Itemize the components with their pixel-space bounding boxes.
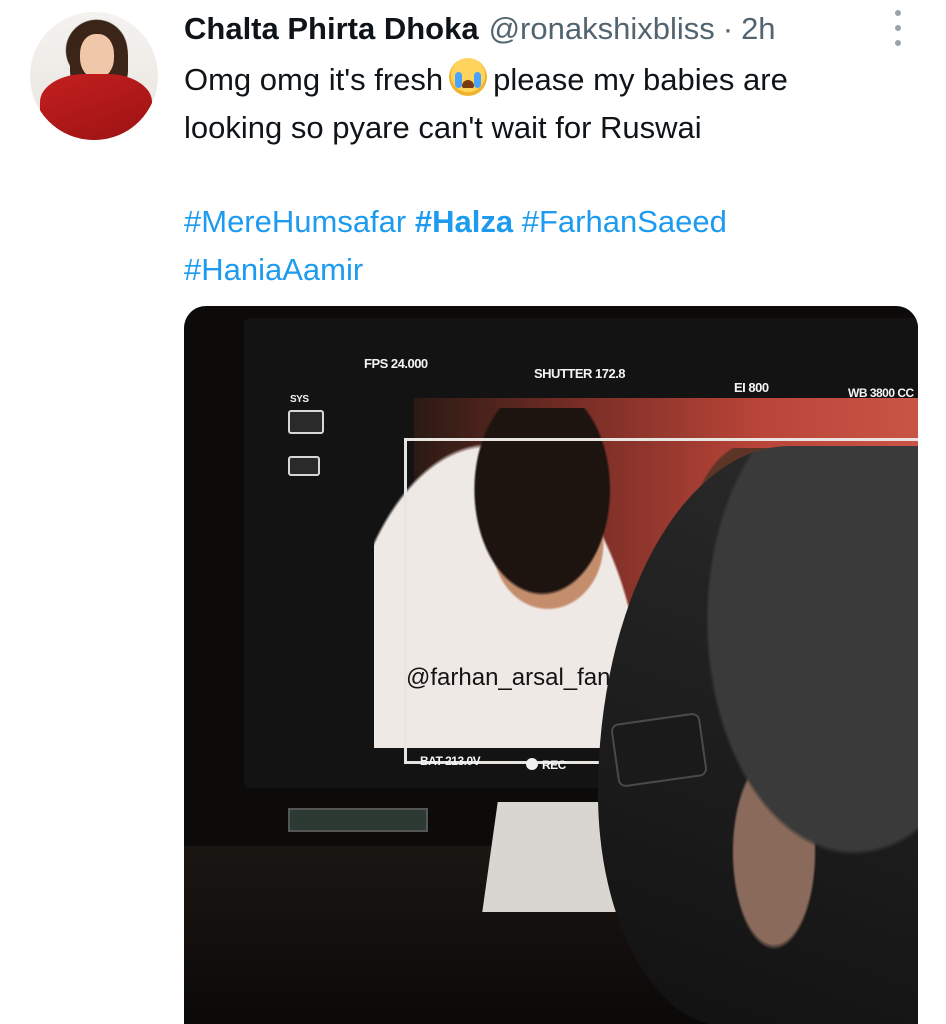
phone-in-hand	[609, 712, 709, 788]
tweet-header: Chalta Phirta Dhoka @ronakshixbliss · 2h	[184, 6, 886, 52]
avatar-face	[80, 34, 114, 78]
tweet-text-part: please my babies are	[493, 62, 788, 97]
monitor-arrow-button	[288, 456, 320, 476]
hashtag-link[interactable]: #MereHumsafar	[184, 204, 406, 239]
osd-fps: FPS 24.000	[364, 356, 428, 371]
tweet-timestamp[interactable]: 2h	[741, 11, 775, 47]
author-name[interactable]: Chalta Phirta Dhoka	[184, 11, 479, 47]
osd-sys: SYS	[290, 394, 309, 405]
tweet-text-line-2: looking so pyare can't wait for Ruswai	[184, 110, 702, 145]
osd-rec: REC	[526, 758, 566, 772]
osd-battery: BAT 213.0V	[420, 754, 481, 768]
monitor-sys-button	[288, 410, 324, 434]
tweet-text: Omg omg it's fresh please my babies are l…	[184, 56, 904, 152]
header-separator: ·	[722, 11, 734, 46]
more-dot	[895, 40, 901, 46]
hashtag-list: #MereHumsafar #Halza #FarhanSaeed #Hania…	[184, 198, 904, 294]
more-options-icon[interactable]	[888, 10, 908, 46]
avatar-scarf	[40, 74, 152, 140]
tweet-text-line-1: Omg omg it's fresh please my babies are	[184, 56, 904, 104]
more-dot	[895, 25, 901, 31]
desk-device	[288, 808, 428, 832]
osd-shutter: SHUTTER 172.8	[534, 366, 626, 381]
osd-ei: EI 800	[734, 380, 769, 395]
more-dot	[895, 10, 901, 16]
hashtag-link[interactable]: #HaniaAamir	[184, 252, 363, 287]
loudly-crying-face-icon	[449, 58, 488, 96]
author-handle[interactable]: @ronakshixbliss	[489, 11, 715, 47]
hashtag-link[interactable]: #Halza	[415, 204, 513, 239]
hashtag-link[interactable]: #FarhanSaeed	[522, 204, 727, 239]
tweet-media-image[interactable]: FPS 24.000 SHUTTER 172.8 EI 800 WB 3800 …	[184, 306, 918, 1024]
rec-dot-icon	[526, 758, 538, 770]
author-avatar[interactable]	[30, 12, 158, 140]
osd-wb: WB 3800 CC	[848, 386, 914, 400]
tweet-text-part: Omg omg it's fresh	[184, 62, 444, 97]
